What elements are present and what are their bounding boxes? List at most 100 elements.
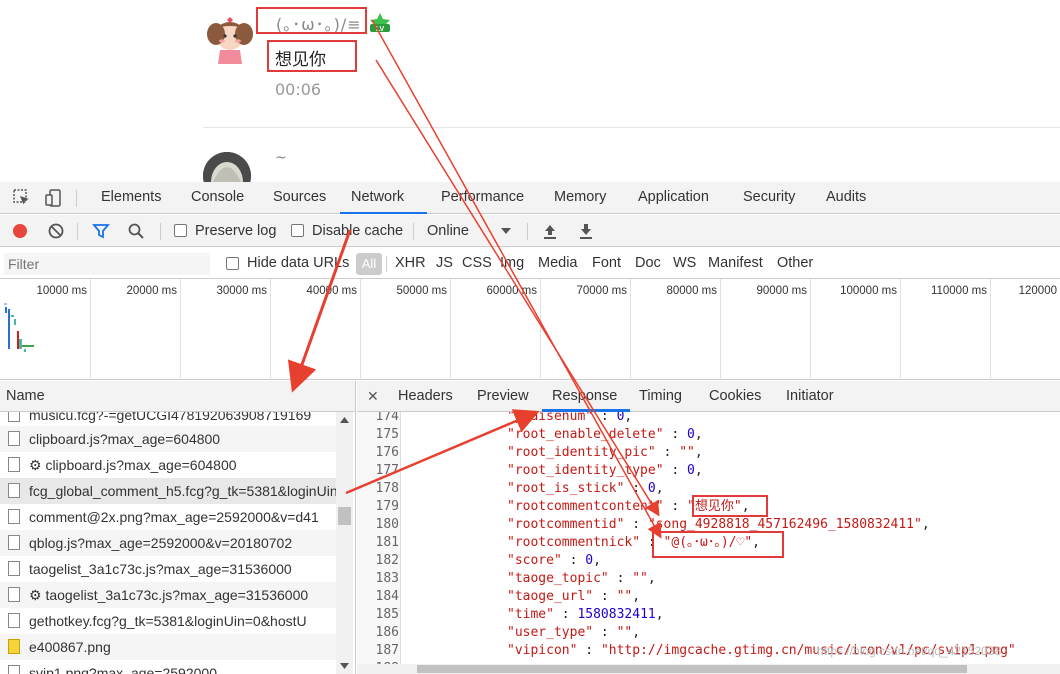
request-row[interactable]: ⚙ taogelist_3a1c73c.js?max_age=31536000 <box>0 582 336 608</box>
scrollbar-thumb[interactable] <box>338 507 351 525</box>
request-row[interactable]: clipboard.js?max_age=604800 <box>0 426 336 452</box>
inspect-element-icon[interactable] <box>12 188 32 208</box>
tab-cookies[interactable]: Cookies <box>709 381 761 412</box>
code-line: "taoge_topic" : "", <box>507 570 656 588</box>
user-avatar[interactable] <box>204 14 256 66</box>
file-icon <box>8 483 20 498</box>
filter-icon[interactable] <box>92 222 110 240</box>
clear-icon[interactable] <box>47 222 65 240</box>
json-colon: : <box>624 517 648 532</box>
json-key: "time" <box>507 607 554 622</box>
request-name: ⚙ clipboard.js?max_age=604800 <box>29 457 237 473</box>
json-colon: : <box>553 607 578 622</box>
hide-data-urls-label: Hide data URLs <box>247 255 350 271</box>
request-row[interactable]: e400867.png <box>0 634 336 660</box>
json-comma: , <box>694 445 703 460</box>
code-line: "score" : 0, <box>507 552 601 570</box>
filter-manifest[interactable]: Manifest <box>708 248 763 279</box>
json-value: 0 <box>647 481 656 496</box>
timeline-tick-label: 30000 ms <box>216 285 267 297</box>
tab-application[interactable]: Application <box>627 182 720 214</box>
code-line: "root_is_stick" : 0, <box>507 480 664 498</box>
filter-all-button[interactable]: All <box>356 253 382 275</box>
line-number: 183 <box>375 571 399 586</box>
tab-initiator[interactable]: Initiator <box>786 381 834 412</box>
filter-other[interactable]: Other <box>777 248 813 279</box>
device-toolbar-icon[interactable] <box>44 188 64 208</box>
line-number: 177 <box>375 463 399 478</box>
request-row[interactable]: qblog.js?max_age=2592000&v=20180702 <box>0 530 336 556</box>
tab-elements[interactable]: Elements <box>90 182 172 214</box>
filter-ws[interactable]: WS <box>673 248 696 279</box>
next-user-avatar[interactable] <box>203 152 251 182</box>
json-key: "root_identity_type" <box>507 463 664 478</box>
code-line: "user_type" : "", <box>507 624 640 642</box>
json-colon: : <box>593 589 617 604</box>
request-row[interactable]: taogelist_3a1c73c.js?max_age=31536000 <box>0 556 336 582</box>
throttle-select[interactable]: Online <box>427 215 469 247</box>
export-har-icon[interactable] <box>577 222 595 240</box>
code-line: "taoge_url" : "", <box>507 588 640 606</box>
tab-response[interactable]: Response <box>552 381 617 412</box>
filter-media[interactable]: Media <box>538 248 578 279</box>
scrollbar-thumb[interactable] <box>417 665 967 673</box>
tab-preview[interactable]: Preview <box>477 381 529 412</box>
tab-audits[interactable]: Audits <box>815 182 877 214</box>
response-horizontal-scrollbar[interactable] <box>357 664 1060 674</box>
json-value: 0 <box>585 553 594 568</box>
chevron-down-icon[interactable] <box>500 227 512 235</box>
json-comma: , <box>632 589 641 604</box>
import-har-icon[interactable] <box>541 222 559 240</box>
tab-timing[interactable]: Timing <box>639 381 682 412</box>
tab-console[interactable]: Console <box>180 182 255 214</box>
filter-input[interactable] <box>4 253 210 275</box>
json-comma: , <box>655 607 664 622</box>
comment-nickname[interactable]: (｡･ω･｡)/≡ <box>276 11 362 35</box>
comment-content: 想见你 <box>275 50 326 70</box>
request-row[interactable]: svip1.png?max_age=2592000 <box>0 660 336 674</box>
request-row-selected[interactable]: fcg_global_comment_h5.fcg?g_tk=5381&logi… <box>0 478 336 504</box>
json-key: "rootcommentcontent" <box>507 499 664 514</box>
json-colon: : <box>593 412 617 424</box>
tab-security[interactable]: Security <box>732 182 806 214</box>
request-name: comment@2x.png?max_age=2592000&v=d41 <box>29 509 319 525</box>
tab-performance[interactable]: Performance <box>430 182 535 214</box>
tab-memory[interactable]: Memory <box>543 182 617 214</box>
filter-img[interactable]: Img <box>500 248 524 279</box>
tab-network[interactable]: Network <box>340 182 427 214</box>
line-number: 180 <box>375 517 399 532</box>
hide-data-urls-checkbox[interactable] <box>226 257 239 270</box>
disable-cache-checkbox[interactable] <box>291 224 304 237</box>
preserve-log-checkbox[interactable] <box>174 224 187 237</box>
filter-js[interactable]: JS <box>436 248 453 279</box>
filter-css[interactable]: CSS <box>462 248 492 279</box>
tab-sources[interactable]: Sources <box>262 182 337 214</box>
request-row[interactable]: comment@2x.png?max_age=2592000&v=d41 <box>0 504 336 530</box>
json-key: "praisenum" <box>507 412 594 424</box>
scroll-up-icon[interactable] <box>340 417 349 423</box>
request-row[interactable]: ⚙ clipboard.js?max_age=604800 <box>0 452 336 478</box>
timeline-tick-label: 40000 ms <box>306 285 357 297</box>
tab-headers[interactable]: Headers <box>398 381 453 412</box>
timeline-waterfall-bars <box>4 303 34 352</box>
request-row[interactable]: gethotkey.fcg?g_tk=5381&loginUin=0&hostU <box>0 608 336 634</box>
timeline-tick-label: 70000 ms <box>576 285 627 297</box>
line-number: 176 <box>375 445 399 460</box>
scroll-down-icon[interactable] <box>340 663 349 669</box>
filter-font[interactable]: Font <box>592 248 621 279</box>
requests-name-header[interactable]: Name <box>0 381 356 412</box>
request-list-scrollbar[interactable] <box>336 412 353 674</box>
filter-xhr[interactable]: XHR <box>395 248 426 279</box>
filter-doc[interactable]: Doc <box>635 248 661 279</box>
toolbar-separator <box>413 223 414 240</box>
search-icon[interactable] <box>127 222 145 240</box>
record-icon[interactable] <box>11 222 29 240</box>
network-toolbar: Preserve log Disable cache Online <box>0 215 1060 247</box>
line-number: 187 <box>375 643 399 658</box>
json-colon: : <box>655 445 680 460</box>
comment-divider <box>203 127 1060 128</box>
comment-time: 00:06 <box>275 80 322 99</box>
close-detail-icon[interactable]: ✕ <box>367 381 379 412</box>
request-name: taogelist_3a1c73c.js?max_age=31536000 <box>29 561 292 577</box>
network-timeline-overview[interactable]: 10000 ms 20000 ms 30000 ms 40000 ms 5000… <box>0 279 1060 380</box>
